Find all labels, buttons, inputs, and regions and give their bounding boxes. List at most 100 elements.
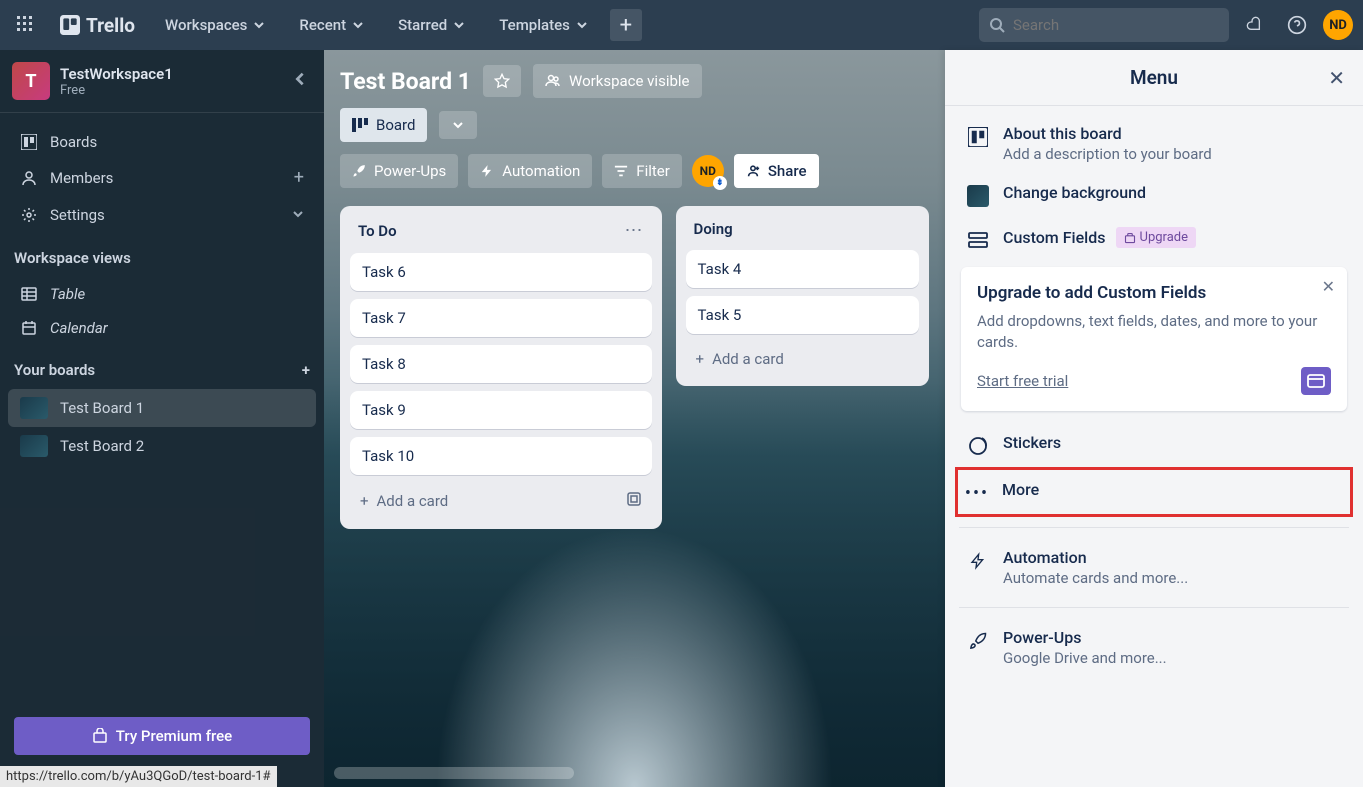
card[interactable]: Task 5 — [686, 296, 919, 334]
people-icon — [545, 73, 561, 89]
close-promo-button[interactable]: ✕ — [1322, 277, 1335, 296]
plus-icon: + — [360, 492, 369, 510]
workspace-header: T TestWorkspace1 Free — [0, 50, 324, 112]
create-button[interactable]: + — [610, 9, 642, 41]
card[interactable]: Task 6 — [350, 253, 652, 291]
chevron-down-icon — [253, 19, 265, 31]
rocket-icon — [967, 630, 989, 652]
share-icon — [746, 164, 760, 178]
user-avatar[interactable]: ND — [1323, 10, 1353, 40]
card[interactable]: Task 4 — [686, 250, 919, 288]
logo-text: Trello — [86, 14, 135, 37]
card[interactable]: Task 8 — [350, 345, 652, 383]
members-icon — [20, 170, 38, 186]
board-view-icon — [352, 118, 368, 132]
chevron-down-icon — [453, 19, 465, 31]
add-card-button[interactable]: +Add a card — [686, 342, 919, 376]
close-menu-button[interactable]: ✕ — [1328, 66, 1345, 90]
board-title[interactable]: Test Board 1 — [340, 68, 471, 95]
search-box[interactable] — [979, 8, 1229, 42]
briefcase-icon — [1124, 232, 1136, 244]
your-boards-heading: Your boards+ — [0, 351, 324, 383]
more-icon: ••• — [966, 482, 988, 504]
board-menu-panel: Menu ✕ About this boardAdd a description… — [945, 50, 1363, 787]
notifications-icon[interactable] — [1239, 9, 1271, 41]
promo-title: Upgrade to add Custom Fields — [977, 283, 1331, 303]
board-icon — [967, 126, 989, 148]
workspace-name: TestWorkspace1 — [60, 65, 173, 83]
sidebar: T TestWorkspace1 Free Boards Members+ Se… — [0, 50, 324, 787]
sidebar-boards[interactable]: Boards — [8, 125, 316, 159]
sidebar-table[interactable]: Table — [8, 277, 316, 311]
automation-button[interactable]: Automation — [468, 154, 592, 188]
upgrade-promo-box: ✕ Upgrade to add Custom Fields Add dropd… — [961, 267, 1347, 411]
board-icon — [20, 134, 38, 150]
board-view-button[interactable]: Board — [340, 108, 427, 142]
board-thumb-icon — [20, 397, 48, 419]
star-board-button[interactable] — [483, 65, 521, 97]
upgrade-pill[interactable]: Upgrade — [1116, 227, 1196, 248]
powerups-button[interactable]: Power-Ups — [340, 154, 458, 188]
board-thumb-icon — [20, 435, 48, 457]
card[interactable]: Task 9 — [350, 391, 652, 429]
start-trial-link[interactable]: Start free trial — [977, 372, 1068, 390]
menu-change-background[interactable]: Change background — [959, 173, 1349, 217]
trello-logo[interactable]: Trello — [52, 14, 143, 37]
list-doing: Doing Task 4 Task 5 +Add a card — [676, 206, 929, 386]
apps-grid-icon[interactable] — [10, 9, 42, 41]
search-icon — [989, 17, 1005, 33]
sidebar-members[interactable]: Members+ — [8, 159, 316, 196]
sidebar-calendar[interactable]: Calendar — [8, 311, 316, 345]
chevron-down-icon — [452, 119, 464, 131]
starred-dropdown[interactable]: Starred — [386, 8, 477, 42]
bolt-icon — [967, 550, 989, 572]
workspace-plan: Free — [60, 83, 173, 98]
search-input[interactable] — [1013, 16, 1219, 34]
sidebar-board-1[interactable]: Test Board 1 — [8, 389, 316, 427]
list-title[interactable]: Doing — [694, 220, 733, 238]
filter-icon — [614, 164, 628, 178]
card[interactable]: Task 7 — [350, 299, 652, 337]
gear-icon — [20, 207, 38, 223]
menu-stickers[interactable]: Stickers — [959, 423, 1349, 467]
menu-about-board[interactable]: About this boardAdd a description to you… — [959, 114, 1349, 173]
visibility-button[interactable]: Workspace visible — [533, 64, 702, 98]
custom-fields-icon — [967, 229, 989, 251]
share-button[interactable]: Share — [734, 154, 819, 188]
list-todo: To Do ⋯ Task 6 Task 7 Task 8 Task 9 Task … — [340, 206, 662, 529]
try-premium-button[interactable]: Try Premium free — [14, 717, 310, 755]
list-title[interactable]: To Do — [358, 222, 397, 240]
workspaces-dropdown[interactable]: Workspaces — [153, 8, 277, 42]
card[interactable]: Task 10 — [350, 437, 652, 475]
template-icon[interactable] — [626, 491, 642, 511]
chevron-down-icon — [576, 19, 588, 31]
menu-automation[interactable]: AutomationAutomate cards and more... — [959, 538, 1349, 597]
calendar-icon — [20, 320, 38, 336]
board-member-avatar[interactable]: ND — [692, 155, 724, 187]
board-area: Test Board 1 Workspace visible Board Pow… — [324, 50, 945, 787]
view-switcher-button[interactable] — [439, 111, 477, 139]
help-icon[interactable] — [1281, 9, 1313, 41]
workspace-badge: T — [12, 62, 50, 100]
premium-icon — [92, 728, 108, 744]
menu-custom-fields[interactable]: Custom FieldsUpgrade — [959, 217, 1349, 261]
top-navigation: Trello Workspaces Recent Starred Templat… — [0, 0, 1363, 50]
add-board-icon[interactable]: + — [302, 361, 310, 379]
menu-powerups[interactable]: Power-UpsGoogle Drive and more... — [959, 618, 1349, 677]
horizontal-scrollbar[interactable] — [334, 767, 574, 779]
settings-chevron-icon — [292, 204, 304, 225]
add-member-icon[interactable]: + — [294, 167, 304, 188]
sidebar-settings[interactable]: Settings — [8, 196, 316, 233]
background-thumb-icon — [967, 185, 989, 207]
add-card-button[interactable]: +Add a card — [350, 483, 652, 519]
recent-dropdown[interactable]: Recent — [287, 8, 376, 42]
menu-more[interactable]: ••• More — [958, 470, 1350, 514]
rocket-icon — [352, 164, 366, 178]
collapse-sidebar-button[interactable] — [288, 67, 312, 95]
table-icon — [20, 286, 38, 302]
filter-button[interactable]: Filter — [602, 154, 682, 188]
sidebar-board-2[interactable]: Test Board 2 — [8, 427, 316, 465]
plus-icon: + — [696, 350, 705, 368]
templates-dropdown[interactable]: Templates — [487, 8, 600, 42]
list-menu-button[interactable]: ⋯ — [625, 220, 644, 241]
